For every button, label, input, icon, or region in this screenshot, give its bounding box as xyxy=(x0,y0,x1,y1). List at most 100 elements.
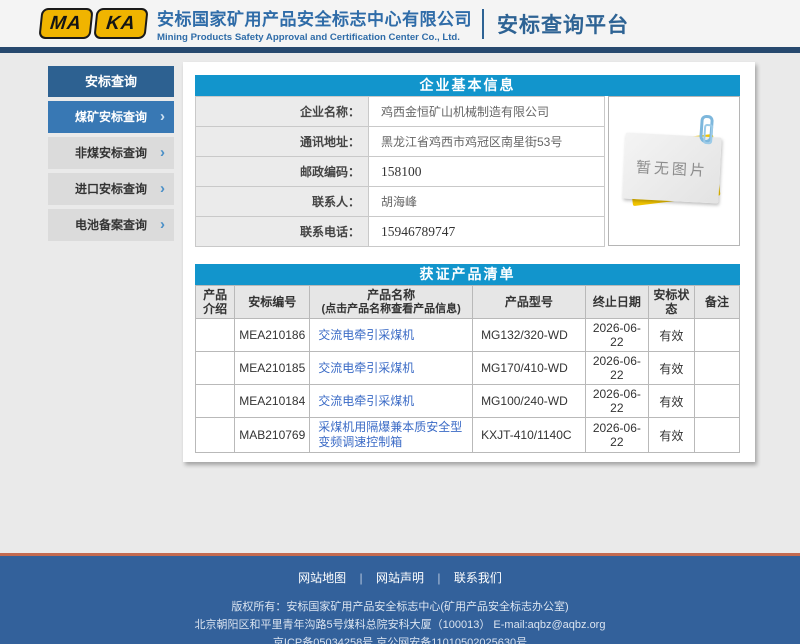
col-header-intro: 产品介绍 xyxy=(196,286,235,319)
no-image-text: 暂无图片 xyxy=(635,156,708,181)
cell-model: KXJT-410/1140C xyxy=(473,418,586,453)
sidebar-item-label: 进口安标查询 xyxy=(75,182,147,196)
table-row: MEA210186 交流电牵引采煤机 MG132/320-WD 2026-06-… xyxy=(196,319,740,352)
footer-link-contact[interactable]: 联系我们 xyxy=(454,571,502,585)
phone-value: 15946789747 xyxy=(369,217,605,247)
cell-intro xyxy=(196,352,235,385)
address-label: 通讯地址： xyxy=(196,127,369,157)
content-panel: 企业基本信息 企业名称： 鸡西金恒矿山机械制造有限公司 通讯地址： 黑龙江省鸡西… xyxy=(183,62,755,462)
table-row: 联系电话： 15946789747 xyxy=(196,217,605,247)
cell-model: MG170/410-WD xyxy=(473,352,586,385)
sidebar-item-non-coal-query[interactable]: 非煤安标查询 › xyxy=(48,137,174,169)
cell-product-name: 交流电牵引采煤机 xyxy=(310,319,473,352)
footer-link-statement[interactable]: 网站声明 xyxy=(376,571,424,585)
company-info-table: 企业名称： 鸡西金恒矿山机械制造有限公司 通讯地址： 黑龙江省鸡西市鸡冠区南星街… xyxy=(195,96,605,247)
col-header-expiry: 终止日期 xyxy=(585,286,648,319)
cell-remark xyxy=(694,352,739,385)
cell-cert-no: MEA210185 xyxy=(235,352,310,385)
sidebar-item-import-query[interactable]: 进口安标查询 › xyxy=(48,173,174,205)
col-header-name-main: 产品名称 xyxy=(313,288,469,302)
col-header-cert-no: 安标编号 xyxy=(235,286,310,319)
company-name-value: 鸡西金恒矿山机械制造有限公司 xyxy=(369,97,605,127)
address-line: 北京朝阳区和平里青年沟路5号煤科总院安科大厦（100013） E-mail:aq… xyxy=(0,616,800,634)
table-row: MEA210185 交流电牵引采煤机 MG170/410-WD 2026-06-… xyxy=(196,352,740,385)
cell-expiry: 2026-06-22 xyxy=(585,319,648,352)
postcode-value: 158100 xyxy=(369,157,605,187)
footer-link-sitemap[interactable]: 网站地图 xyxy=(298,571,346,585)
table-row: 联系人： 胡海峰 xyxy=(196,187,605,217)
icp-line: 京ICP备05034258号 京公网安备11010502025630号 xyxy=(0,634,800,644)
cell-model: MG100/240-WD xyxy=(473,385,586,418)
col-header-name-sub: (点击产品名称查看产品信息) xyxy=(313,302,469,316)
cell-intro xyxy=(196,418,235,453)
cell-model: MG132/320-WD xyxy=(473,319,586,352)
paperclip-icon xyxy=(699,115,714,144)
company-name-label: 企业名称： xyxy=(196,97,369,127)
cell-cert-no: MEA210184 xyxy=(235,385,310,418)
contact-value: 胡海峰 xyxy=(369,187,605,217)
cell-remark xyxy=(694,418,739,453)
col-header-remark: 备注 xyxy=(694,286,739,319)
link-separator: | xyxy=(437,571,440,585)
company-image-placeholder: 暂无图片 xyxy=(608,96,740,246)
table-row: 邮政编码： 158100 xyxy=(196,157,605,187)
footer-copyright-block: 版权所有：安标国家矿用产品安全标志中心(矿用产品安全标志办公室) 北京朝阳区和平… xyxy=(0,598,800,644)
sidebar-item-battery-query[interactable]: 电池备案查询 › xyxy=(48,209,174,241)
sidebar-title: 安标查询 xyxy=(48,66,174,97)
phone-label: 联系电话： xyxy=(196,217,369,247)
sidebar-item-coal-mine-query[interactable]: 煤矿安标查询 › xyxy=(48,101,174,133)
maka-logo: MA KA xyxy=(40,8,147,39)
cell-intro xyxy=(196,385,235,418)
product-list-section-title: 获证产品清单 xyxy=(195,264,740,285)
product-name-link[interactable]: 交流电牵引采煤机 xyxy=(318,328,414,342)
contact-label: 联系人： xyxy=(196,187,369,217)
product-table: 产品介绍 安标编号 产品名称 (点击产品名称查看产品信息) 产品型号 终止日期 … xyxy=(195,285,740,453)
top-header: MA KA 安标国家矿用产品安全标志中心有限公司 Mining Products… xyxy=(0,0,800,47)
org-name-en: Mining Products Safety Approval and Cert… xyxy=(157,32,472,43)
cell-expiry: 2026-06-22 xyxy=(585,418,648,453)
cell-cert-no: MAB210769 xyxy=(235,418,310,453)
col-header-status: 安标状态 xyxy=(648,286,694,319)
cell-intro xyxy=(196,319,235,352)
cell-status: 有效 xyxy=(648,385,694,418)
company-info-section: 企业名称： 鸡西金恒矿山机械制造有限公司 通讯地址： 黑龙江省鸡西市鸡冠区南星街… xyxy=(195,96,740,247)
table-row: 企业名称： 鸡西金恒矿山机械制造有限公司 xyxy=(196,97,605,127)
cell-product-name: 交流电牵引采煤机 xyxy=(310,385,473,418)
cell-remark xyxy=(694,385,739,418)
cell-status: 有效 xyxy=(648,319,694,352)
logo-badge-ka: KA xyxy=(93,8,148,39)
col-header-model: 产品型号 xyxy=(473,286,586,319)
cell-product-name: 交流电牵引采煤机 xyxy=(310,352,473,385)
platform-title: 安标查询平台 xyxy=(497,9,629,39)
page-footer: 网站地图 | 网站声明 | 联系我们 版权所有：安标国家矿用产品安全标志中心(矿… xyxy=(0,553,800,644)
cell-cert-no: MEA210186 xyxy=(235,319,310,352)
header-divider xyxy=(482,9,484,39)
chevron-right-icon: › xyxy=(160,101,165,133)
chevron-right-icon: › xyxy=(160,137,165,169)
sidebar: 安标查询 煤矿安标查询 › 非煤安标查询 › 进口安标查询 › 电池备案查询 › xyxy=(48,66,174,241)
cell-expiry: 2026-06-22 xyxy=(585,385,648,418)
sidebar-item-label: 煤矿安标查询 xyxy=(75,110,147,124)
cell-product-name: 采煤机用隔爆兼本质安全型变频调速控制箱 xyxy=(310,418,473,453)
copyright-line: 版权所有：安标国家矿用产品安全标志中心(矿用产品安全标志办公室) xyxy=(0,598,800,616)
product-name-link[interactable]: 采煤机用隔爆兼本质安全型变频调速控制箱 xyxy=(318,420,462,449)
org-name-cn: 安标国家矿用产品安全标志中心有限公司 xyxy=(157,5,472,30)
cell-expiry: 2026-06-22 xyxy=(585,352,648,385)
table-row: MAB210769 采煤机用隔爆兼本质安全型变频调速控制箱 KXJT-410/1… xyxy=(196,418,740,453)
product-name-link[interactable]: 交流电牵引采煤机 xyxy=(318,394,414,408)
footer-links: 网站地图 | 网站声明 | 联系我们 xyxy=(0,556,800,586)
chevron-right-icon: › xyxy=(160,173,165,205)
sidebar-item-label: 非煤安标查询 xyxy=(75,146,147,160)
product-list-section: 获证产品清单 产品介绍 安标编号 产品名称 (点击产品名称查看产品信息) 产品型… xyxy=(195,264,740,453)
page-body: 安标查询 煤矿安标查询 › 非煤安标查询 › 进口安标查询 › 电池备案查询 ›… xyxy=(0,53,800,553)
logo-badge-ma: MA xyxy=(38,8,93,39)
company-info-section-title: 企业基本信息 xyxy=(195,75,740,96)
sidebar-item-label: 电池备案查询 xyxy=(75,218,147,232)
col-header-name: 产品名称 (点击产品名称查看产品信息) xyxy=(310,286,473,319)
cell-remark xyxy=(694,319,739,352)
chevron-right-icon: › xyxy=(160,209,165,241)
table-row: 通讯地址： 黑龙江省鸡西市鸡冠区南星街53号 xyxy=(196,127,605,157)
product-name-link[interactable]: 交流电牵引采煤机 xyxy=(318,361,414,375)
table-header-row: 产品介绍 安标编号 产品名称 (点击产品名称查看产品信息) 产品型号 终止日期 … xyxy=(196,286,740,319)
table-row: MEA210184 交流电牵引采煤机 MG100/240-WD 2026-06-… xyxy=(196,385,740,418)
